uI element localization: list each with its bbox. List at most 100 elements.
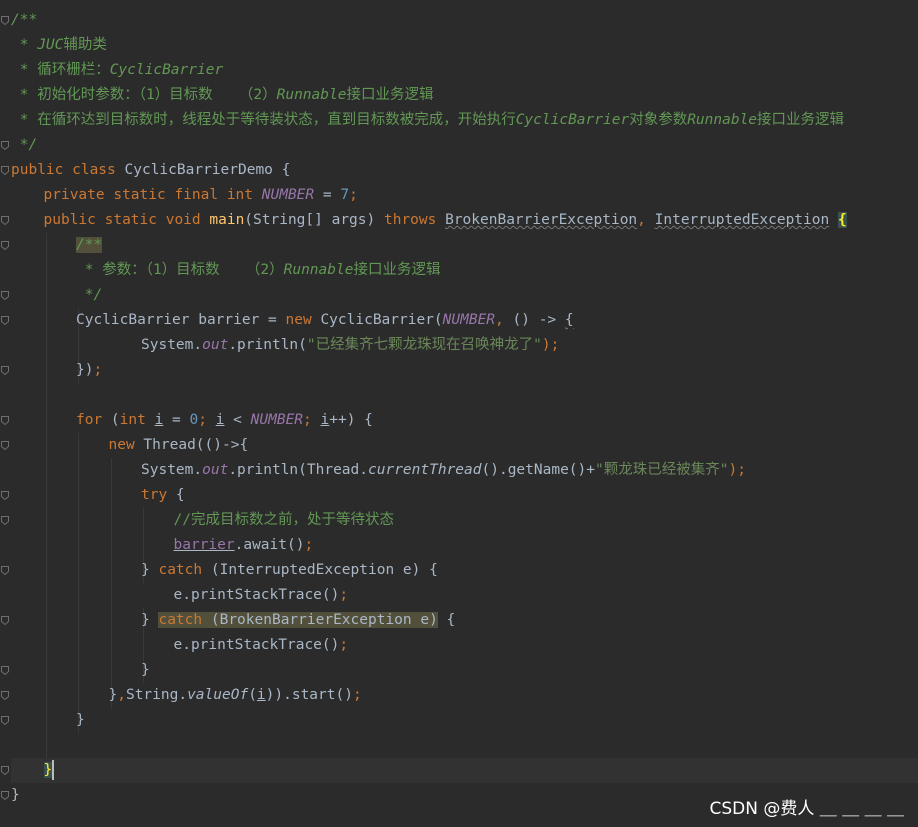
code-token: catch (BrokenBarrierException e) [158, 612, 438, 628]
code-token: .println( [228, 337, 307, 353]
code-line-content: public class CyclicBarrierDemo { [11, 162, 290, 178]
fold-marker-icon[interactable] [1, 566, 9, 575]
code-token: ; [93, 362, 103, 378]
code-token: i [320, 412, 330, 428]
code-token: { [175, 487, 185, 503]
code-token: i [256, 687, 266, 703]
code-token: } [141, 562, 159, 578]
code-token: , [117, 687, 126, 703]
code-token: ; [339, 637, 349, 653]
code-token: (BrokenBarrierException e) [202, 612, 438, 628]
code-token: CyclicBarrier [515, 112, 630, 128]
code-token: 0 [189, 412, 199, 428]
code-line[interactable]: * JUC辅助类 [11, 33, 918, 58]
code-token: (InterruptedException e) { [210, 562, 438, 578]
fold-marker-icon[interactable] [1, 416, 9, 425]
code-line[interactable]: for (int i = 0; i < NUMBER; i++) { [11, 408, 918, 433]
code-line-content: System.out.println(Thread.currentThread(… [11, 462, 746, 478]
fold-marker-icon[interactable] [1, 141, 9, 150]
code-line[interactable]: System.out.println("已经集齐七颗龙珠现在召唤神龙了"); [11, 333, 918, 358]
code-line[interactable]: * 参数：（1）目标数 （2）Runnable接口业务逻辑 [11, 258, 918, 283]
fold-marker-icon[interactable] [1, 616, 9, 625]
code-token: { [837, 212, 847, 228]
code-token: catch [158, 562, 211, 578]
code-line-content: },String.valueOf(i)).start(); [11, 687, 362, 703]
code-token: currentThread [368, 462, 482, 478]
fold-marker-icon[interactable] [1, 316, 9, 325]
code-token: e.printStackTrace() [173, 587, 340, 603]
code-line[interactable]: CyclicBarrier barrier = new CyclicBarrie… [11, 308, 918, 333]
fold-marker-icon[interactable] [1, 16, 9, 25]
code-line[interactable]: } catch (InterruptedException e) { [11, 558, 918, 583]
code-line[interactable]: e.printStackTrace(); [11, 583, 918, 608]
csdn-watermark: CSDN @费人 ＿ ＿ ＿ ＿ [709, 799, 905, 819]
code-line[interactable]: /** [11, 8, 918, 33]
code-line-content: barrier.await(); [11, 537, 314, 553]
code-token: ); [728, 462, 746, 478]
code-line-content: CyclicBarrier barrier = new CyclicBarrie… [11, 312, 574, 328]
fold-marker-icon[interactable] [1, 691, 9, 700]
code-line[interactable]: //完成目标数之前，处于等待状态 [11, 508, 918, 533]
code-line[interactable]: },String.valueOf(i)).start(); [11, 683, 918, 708]
code-line-content: } [11, 712, 85, 728]
code-token: NUMBER [442, 312, 496, 328]
fold-marker-icon[interactable] [1, 366, 9, 375]
code-token: for [76, 412, 111, 428]
code-token: System. [141, 462, 203, 478]
code-line[interactable]: public class CyclicBarrierDemo { [11, 158, 918, 183]
code-line[interactable] [11, 733, 918, 758]
code-line-content: } [11, 787, 20, 803]
code-line[interactable] [11, 383, 918, 408]
fold-marker-icon[interactable] [1, 791, 9, 800]
fold-marker-icon[interactable] [1, 441, 9, 450]
code-line[interactable]: /** [11, 233, 918, 258]
fold-marker-icon[interactable] [1, 491, 9, 500]
code-line[interactable]: */ [11, 283, 918, 308]
code-token: * [11, 87, 38, 103]
fold-marker-icon[interactable] [1, 216, 9, 225]
code-line[interactable]: } [11, 708, 918, 733]
code-line[interactable]: private static final int NUMBER = 7; [11, 183, 918, 208]
code-line[interactable]: } [11, 758, 918, 783]
code-line[interactable]: new Thread(()->{ [11, 433, 918, 458]
code-token: }) [76, 362, 94, 378]
code-token: ); [541, 337, 560, 353]
code-line[interactable]: e.printStackTrace(); [11, 633, 918, 658]
code-token: //完成目标数之前，处于等待状态 [173, 512, 394, 528]
code-line[interactable]: } [11, 658, 918, 683]
code-token: { [564, 312, 574, 328]
fold-marker-icon[interactable] [1, 241, 9, 250]
code-token: new [285, 312, 321, 328]
code-line[interactable]: * 在循环达到目标数时，线程处于等待装状态，直到目标数被完成，开始执行Cycli… [11, 108, 918, 133]
editor-gutter[interactable] [0, 0, 11, 827]
code-line[interactable]: } catch (BrokenBarrierException e) { [11, 608, 918, 633]
fold-marker-icon[interactable] [1, 766, 9, 775]
code-token: Runnable [276, 87, 347, 103]
code-token: */ [11, 137, 38, 153]
code-token: ++) { [329, 412, 373, 428]
code-line-content: }); [11, 362, 102, 378]
code-line[interactable]: * 初始化时参数：（1）目标数 （2）Runnable接口业务逻辑 [11, 83, 918, 108]
code-token: } [141, 662, 150, 678]
code-line[interactable]: */ [11, 133, 918, 158]
fold-marker-icon[interactable] [1, 716, 9, 725]
code-line[interactable]: System.out.println(Thread.currentThread(… [11, 458, 918, 483]
code-line[interactable]: try { [11, 483, 918, 508]
code-line[interactable]: * 循环栅栏：CyclicBarrier [11, 58, 918, 83]
code-token: 辅助类 [63, 37, 107, 53]
fold-marker-icon[interactable] [1, 666, 9, 675]
code-token: )).start() [265, 687, 353, 703]
fold-marker-icon[interactable] [1, 291, 9, 300]
code-editor[interactable]: /** * JUC辅助类 * 循环栅栏：CyclicBarrier * 初始化时… [0, 0, 918, 827]
code-token: 接口业务逻辑 [346, 87, 434, 103]
code-token: { [437, 612, 456, 628]
code-token: ; [198, 412, 216, 428]
code-token: main [209, 212, 245, 228]
code-line[interactable]: public static void main(String[] args) t… [11, 208, 918, 233]
code-line[interactable]: barrier.await(); [11, 533, 918, 558]
code-token: , [637, 212, 655, 228]
fold-marker-icon[interactable] [1, 166, 9, 175]
code-line[interactable]: }); [11, 358, 918, 383]
code-line-content: //完成目标数之前，处于等待状态 [11, 512, 394, 528]
fold-marker-icon[interactable] [1, 516, 9, 525]
